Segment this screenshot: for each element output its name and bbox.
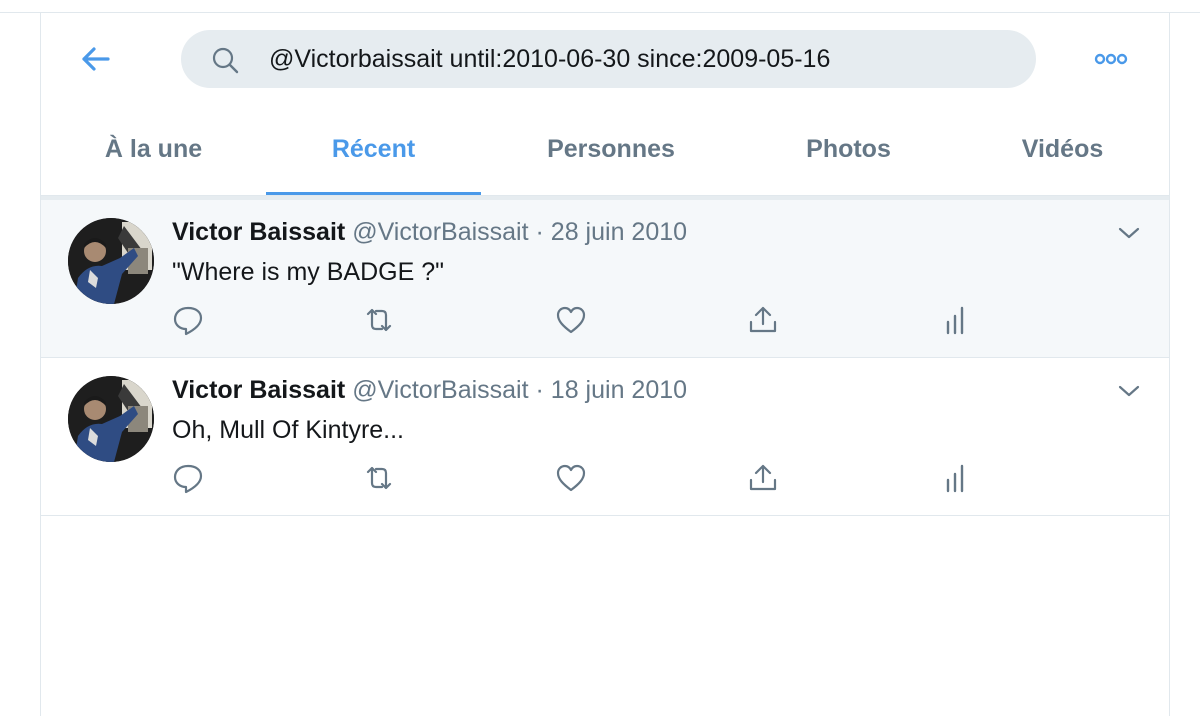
retweet-icon[interactable] bbox=[363, 462, 395, 494]
tab-photos[interactable]: Photos bbox=[741, 113, 956, 195]
more-button[interactable] bbox=[1091, 47, 1131, 71]
tab-top[interactable]: À la une bbox=[41, 113, 266, 195]
reply-icon[interactable] bbox=[172, 462, 204, 494]
header-separator: · bbox=[535, 376, 544, 404]
tab-photos-label: Photos bbox=[806, 135, 891, 163]
search-tabs: À la une Récent Personnes Photos Vidéos bbox=[41, 113, 1169, 196]
avatar-image bbox=[68, 218, 154, 304]
tab-videos-label: Vidéos bbox=[1021, 135, 1104, 163]
main-column: À la une Récent Personnes Photos Vidéos bbox=[40, 13, 1170, 716]
reply-icon[interactable] bbox=[172, 304, 204, 336]
retweet-icon[interactable] bbox=[363, 304, 395, 336]
tweet-header: Victor Baissait @VictorBaissait · 28 jui… bbox=[172, 218, 687, 247]
search-icon bbox=[212, 47, 239, 74]
active-tab-indicator bbox=[266, 192, 481, 195]
tweet-date[interactable]: 28 juin 2010 bbox=[551, 218, 687, 246]
back-button[interactable] bbox=[77, 41, 113, 77]
search-input[interactable] bbox=[269, 30, 1009, 88]
tweet-date[interactable]: 18 juin 2010 bbox=[551, 376, 687, 404]
chevron-down-icon[interactable] bbox=[1117, 224, 1141, 242]
tab-people-label: Personnes bbox=[547, 135, 675, 163]
like-icon[interactable] bbox=[555, 304, 587, 336]
share-icon[interactable] bbox=[747, 462, 779, 494]
tab-videos[interactable]: Vidéos bbox=[956, 113, 1169, 195]
chevron-down-icon[interactable] bbox=[1117, 382, 1141, 400]
tab-top-label: À la une bbox=[104, 135, 203, 163]
author-handle[interactable]: @VictorBaissait bbox=[352, 218, 528, 246]
tweet-text: Oh, Mull Of Kintyre... bbox=[172, 416, 405, 444]
search-bar bbox=[181, 30, 1036, 88]
tweet[interactable]: Victor Baissait @VictorBaissait · 28 jui… bbox=[41, 200, 1169, 358]
tab-latest-label: Récent bbox=[331, 135, 416, 163]
author-handle[interactable]: @VictorBaissait bbox=[352, 376, 528, 404]
tab-latest[interactable]: Récent bbox=[266, 113, 481, 195]
header-separator: · bbox=[535, 218, 544, 246]
analytics-icon[interactable] bbox=[940, 462, 972, 494]
author-name[interactable]: Victor Baissait bbox=[172, 218, 345, 246]
tweet-text: "Where is my BADGE ?" bbox=[172, 258, 444, 286]
tweet[interactable]: Victor Baissait @VictorBaissait · 18 jui… bbox=[41, 358, 1169, 516]
share-icon[interactable] bbox=[747, 304, 779, 336]
avatar-image bbox=[68, 376, 154, 462]
author-name[interactable]: Victor Baissait bbox=[172, 376, 345, 404]
more-icon bbox=[1094, 53, 1128, 65]
search-header bbox=[41, 13, 1169, 113]
avatar[interactable] bbox=[68, 376, 154, 462]
analytics-icon[interactable] bbox=[940, 304, 972, 336]
like-icon[interactable] bbox=[555, 462, 587, 494]
avatar[interactable] bbox=[68, 218, 154, 304]
tweet-header: Victor Baissait @VictorBaissait · 18 jui… bbox=[172, 376, 687, 405]
tab-people[interactable]: Personnes bbox=[501, 113, 721, 195]
arrow-left-icon bbox=[82, 47, 110, 71]
